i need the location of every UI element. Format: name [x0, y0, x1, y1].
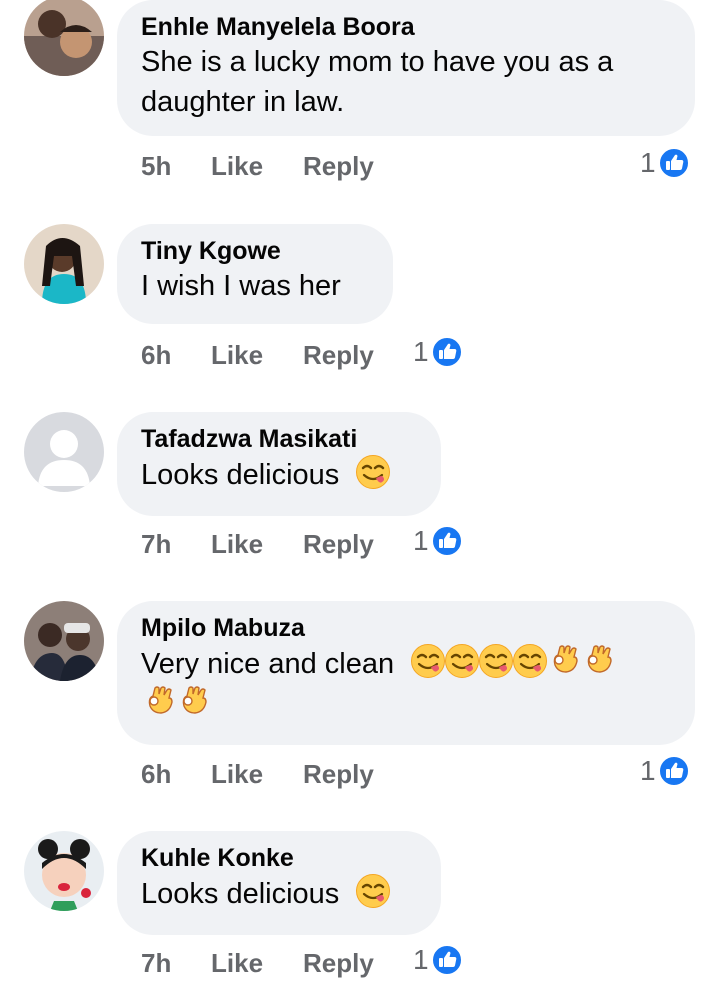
- comment-bubble: Kuhle Konke Looks delicious: [117, 831, 441, 935]
- reaction-count[interactable]: 1: [640, 147, 690, 179]
- comment-text-line: [141, 684, 669, 725]
- ok-hand-emoji: [175, 684, 211, 720]
- reply-button[interactable]: Reply: [303, 340, 374, 370]
- avatar[interactable]: [24, 412, 104, 492]
- comment-bubble: Mpilo Mabuza Very nice and clean: [117, 601, 695, 745]
- author-name[interactable]: Mpilo Mabuza: [141, 613, 669, 643]
- like-thumb-icon: [431, 336, 463, 368]
- reaction-number: 1: [413, 525, 429, 556]
- author-name[interactable]: Tiny Kgowe: [141, 236, 367, 266]
- comment-text: Looks delicious: [141, 459, 340, 491]
- like-thumb-icon: [431, 525, 463, 557]
- ok-hand-emoji: [141, 684, 177, 720]
- author-name[interactable]: Enhle Manyelela Boora: [141, 12, 669, 42]
- reaction-count[interactable]: 1: [413, 944, 463, 976]
- timestamp[interactable]: 6h: [141, 759, 171, 789]
- author-name[interactable]: Kuhle Konke: [141, 843, 415, 873]
- reply-button[interactable]: Reply: [303, 759, 374, 789]
- reaction-count[interactable]: 1: [640, 755, 690, 787]
- avatar[interactable]: [24, 224, 104, 304]
- timestamp[interactable]: 7h: [141, 529, 171, 559]
- yum-face-emoji: [355, 873, 391, 909]
- comment-bubble: Tafadzwa Masikati Looks delicious: [117, 412, 441, 516]
- comment-text-line: Looks delicious: [141, 454, 415, 495]
- like-button[interactable]: Like: [211, 340, 263, 370]
- timestamp[interactable]: 7h: [141, 948, 171, 978]
- reaction-number: 1: [640, 755, 656, 786]
- like-thumb-icon: [658, 147, 690, 179]
- cartoon-girl-avatar: [24, 831, 104, 911]
- like-button[interactable]: Like: [211, 151, 263, 181]
- author-name[interactable]: Tafadzwa Masikati: [141, 424, 415, 454]
- timestamp[interactable]: 5h: [141, 151, 171, 181]
- reply-button[interactable]: Reply: [303, 529, 374, 559]
- like-thumb-icon: [431, 944, 463, 976]
- reaction-count[interactable]: 1: [413, 525, 463, 557]
- like-thumb-icon: [658, 755, 690, 787]
- yum-face-emoji: [355, 454, 391, 490]
- like-button[interactable]: Like: [211, 759, 263, 789]
- comment-text: Very nice and clean: [141, 648, 395, 680]
- comment-text-line: daughter in law.: [141, 86, 345, 118]
- avatar[interactable]: [24, 831, 104, 911]
- yum-face-emoji: [444, 643, 480, 679]
- reply-button[interactable]: Reply: [303, 948, 374, 978]
- ok-hand-emoji: [546, 643, 582, 679]
- comment-text-line: I wish I was her: [141, 270, 341, 302]
- comment-text-line: Very nice and clean: [141, 643, 669, 684]
- reaction-count[interactable]: 1: [413, 336, 463, 368]
- reply-button[interactable]: Reply: [303, 151, 374, 181]
- like-button[interactable]: Like: [211, 529, 263, 559]
- default-person-icon: [24, 412, 104, 492]
- reaction-number: 1: [640, 147, 656, 178]
- avatar[interactable]: [24, 601, 104, 681]
- comment-text-line: She is a lucky mom to have you as a: [141, 46, 614, 78]
- yum-face-emoji: [478, 643, 514, 679]
- comment-bubble: Enhle Manyelela Boora She is a lucky mom…: [117, 0, 695, 136]
- avatar[interactable]: [24, 0, 104, 76]
- ok-hand-emoji: [580, 643, 616, 679]
- yum-face-emoji: [512, 643, 548, 679]
- yum-face-emoji: [410, 643, 446, 679]
- comment-text-line: Looks delicious: [141, 873, 415, 914]
- timestamp[interactable]: 6h: [141, 340, 171, 370]
- comment-bubble: Tiny Kgowe I wish I was her: [117, 224, 393, 324]
- comment-text: Looks delicious: [141, 878, 340, 910]
- like-button[interactable]: Like: [211, 948, 263, 978]
- reaction-number: 1: [413, 336, 429, 367]
- reaction-number: 1: [413, 944, 429, 975]
